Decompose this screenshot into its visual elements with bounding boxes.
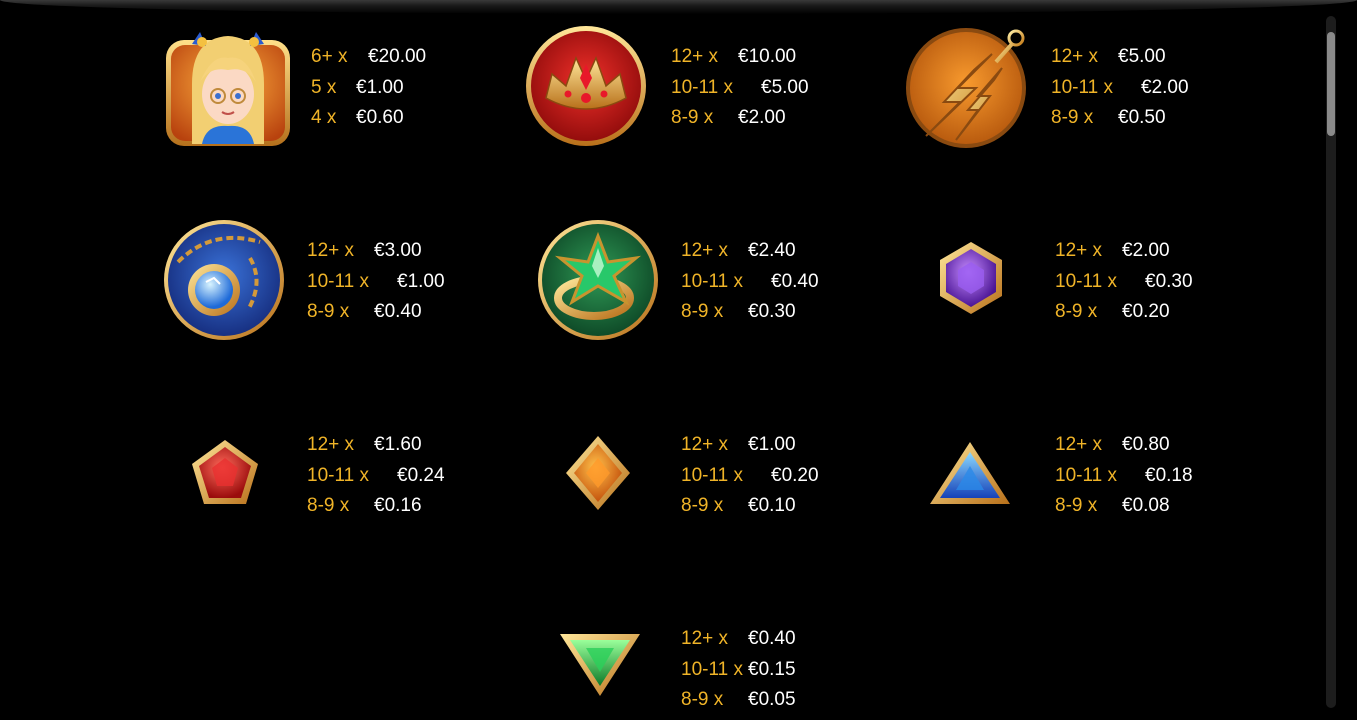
pay-value: €5.00 (1118, 46, 1166, 67)
pay-value: €0.30 (1145, 270, 1193, 292)
pay-count: 12+ x (681, 434, 729, 455)
orange-diamond-gem-icon (564, 434, 632, 512)
pay-count: 10-11 x (1055, 270, 1117, 292)
green-triangle-gem-icon (558, 630, 642, 698)
pay-value: €0.30 (748, 301, 796, 322)
pay-count: 8-9 x (1055, 495, 1098, 516)
pay-value: €0.20 (771, 464, 819, 486)
pay-value: €0.80 (1122, 434, 1170, 455)
pay-count: 12+ x (671, 46, 719, 67)
pay-value: €10.00 (738, 46, 797, 67)
pay-value: €0.10 (748, 495, 796, 516)
pay-value: €0.60 (356, 107, 404, 128)
pay-value: €2.00 (1122, 240, 1170, 261)
pay-value: €3.00 (374, 240, 422, 261)
pay-value: €0.05 (748, 689, 796, 710)
pay-value: €2.00 (1141, 76, 1189, 98)
pay-value: €1.60 (374, 434, 422, 455)
pay-value: €1.00 (397, 270, 445, 292)
pay-count: 8-9 x (1051, 107, 1094, 128)
red-pentagon-gem-icon (190, 438, 260, 508)
blue-triangle-gem-icon (928, 440, 1012, 508)
pay-value: €0.40 (374, 301, 422, 322)
pendant-necklace-icon (162, 218, 286, 342)
pay-count: 10-11 x (681, 270, 743, 292)
pay-count: 12+ x (307, 240, 355, 261)
paytable-entry-tiara: 12+ x €10.00 10-11 x €5.00 8-9 x €2.00 (524, 24, 854, 154)
pay-value: €1.00 (356, 76, 404, 98)
paytable-entry-red-gem: 12+ x €1.60 10-11 x €0.24 8-9 x €0.16 (162, 412, 492, 542)
pay-count: 6+ x (311, 46, 348, 67)
vertical-scrollbar[interactable] (1326, 16, 1336, 708)
pay-value: €0.20 (1122, 301, 1170, 322)
purple-hexagon-gem-icon (936, 240, 1006, 316)
pay-value: €0.50 (1118, 107, 1166, 128)
pay-count: 10-11 x (1055, 464, 1117, 486)
paytable-entry-ring: 12+ x €2.40 10-11 x €0.40 8-9 x €0.30 (536, 218, 866, 348)
paytable-grid: 6+ x €20.00 5 x €1.00 4 x €0.60 12+ x €1… (0, 0, 1357, 720)
pay-count: 8-9 x (1055, 301, 1098, 322)
paytable-entry-purple-gem: 12+ x €2.00 10-11 x €0.30 8-9 x €0.20 (936, 218, 1266, 348)
pay-value: €0.40 (748, 628, 796, 649)
pay-count: 10-11 x (1051, 76, 1113, 98)
pay-value: €0.08 (1122, 495, 1170, 516)
paytable-entry-pendant: 12+ x €3.00 10-11 x €1.00 8-9 x €0.40 (162, 218, 492, 348)
pay-count: 10-11 x (671, 76, 733, 98)
pay-count: 12+ x (1051, 46, 1099, 67)
pay-count: 8-9 x (307, 301, 350, 322)
tiara-icon (524, 24, 648, 148)
pay-count: 8-9 x (307, 495, 350, 516)
pay-value: €20.00 (368, 46, 427, 67)
pay-count: 10-11 x (307, 270, 369, 292)
emerald-ring-icon (536, 218, 660, 342)
pay-count: 8-9 x (671, 107, 714, 128)
pay-value: €1.00 (748, 434, 796, 455)
paytable-entry-lightning: 12+ x €5.00 10-11 x €2.00 8-9 x €0.50 (904, 24, 1234, 154)
pay-count: 12+ x (307, 434, 355, 455)
pay-value: €0.15 (748, 658, 796, 680)
pay-count: 5 x (311, 76, 337, 98)
pay-value: €5.00 (761, 76, 809, 98)
scrollbar-thumb[interactable] (1327, 32, 1335, 136)
pay-value: €2.40 (748, 240, 796, 261)
anime-heroine-icon (162, 24, 294, 150)
paytable-entry-green-gem: 12+ x €0.40 10-11 x €0.15 8-9 x €0.05 (556, 606, 886, 720)
pay-count: 8-9 x (681, 495, 724, 516)
pay-value: €0.40 (771, 270, 819, 292)
pay-count: 10-11 x (681, 658, 743, 680)
paytable-entry-heroine: 6+ x €20.00 5 x €1.00 4 x €0.60 (162, 24, 492, 154)
lightning-earring-icon (904, 24, 1030, 152)
pay-count: 12+ x (681, 628, 729, 649)
pay-count: 10-11 x (307, 464, 369, 486)
pay-value: €0.16 (374, 495, 422, 516)
paytable-entry-blue-gem: 12+ x €0.80 10-11 x €0.18 8-9 x €0.08 (928, 412, 1258, 542)
pay-count: 12+ x (1055, 434, 1103, 455)
pay-count: 10-11 x (681, 464, 743, 486)
paytable-entry-orange-gem: 12+ x €1.00 10-11 x €0.20 8-9 x €0.10 (536, 412, 866, 542)
pay-value: €0.24 (397, 464, 445, 486)
pay-value: €2.00 (738, 107, 786, 128)
pay-count: 12+ x (681, 240, 729, 261)
pay-count: 8-9 x (681, 689, 724, 710)
pay-count: 12+ x (1055, 240, 1103, 261)
pay-count: 8-9 x (681, 301, 724, 322)
pay-value: €0.18 (1145, 464, 1193, 486)
pay-count: 4 x (311, 107, 337, 128)
